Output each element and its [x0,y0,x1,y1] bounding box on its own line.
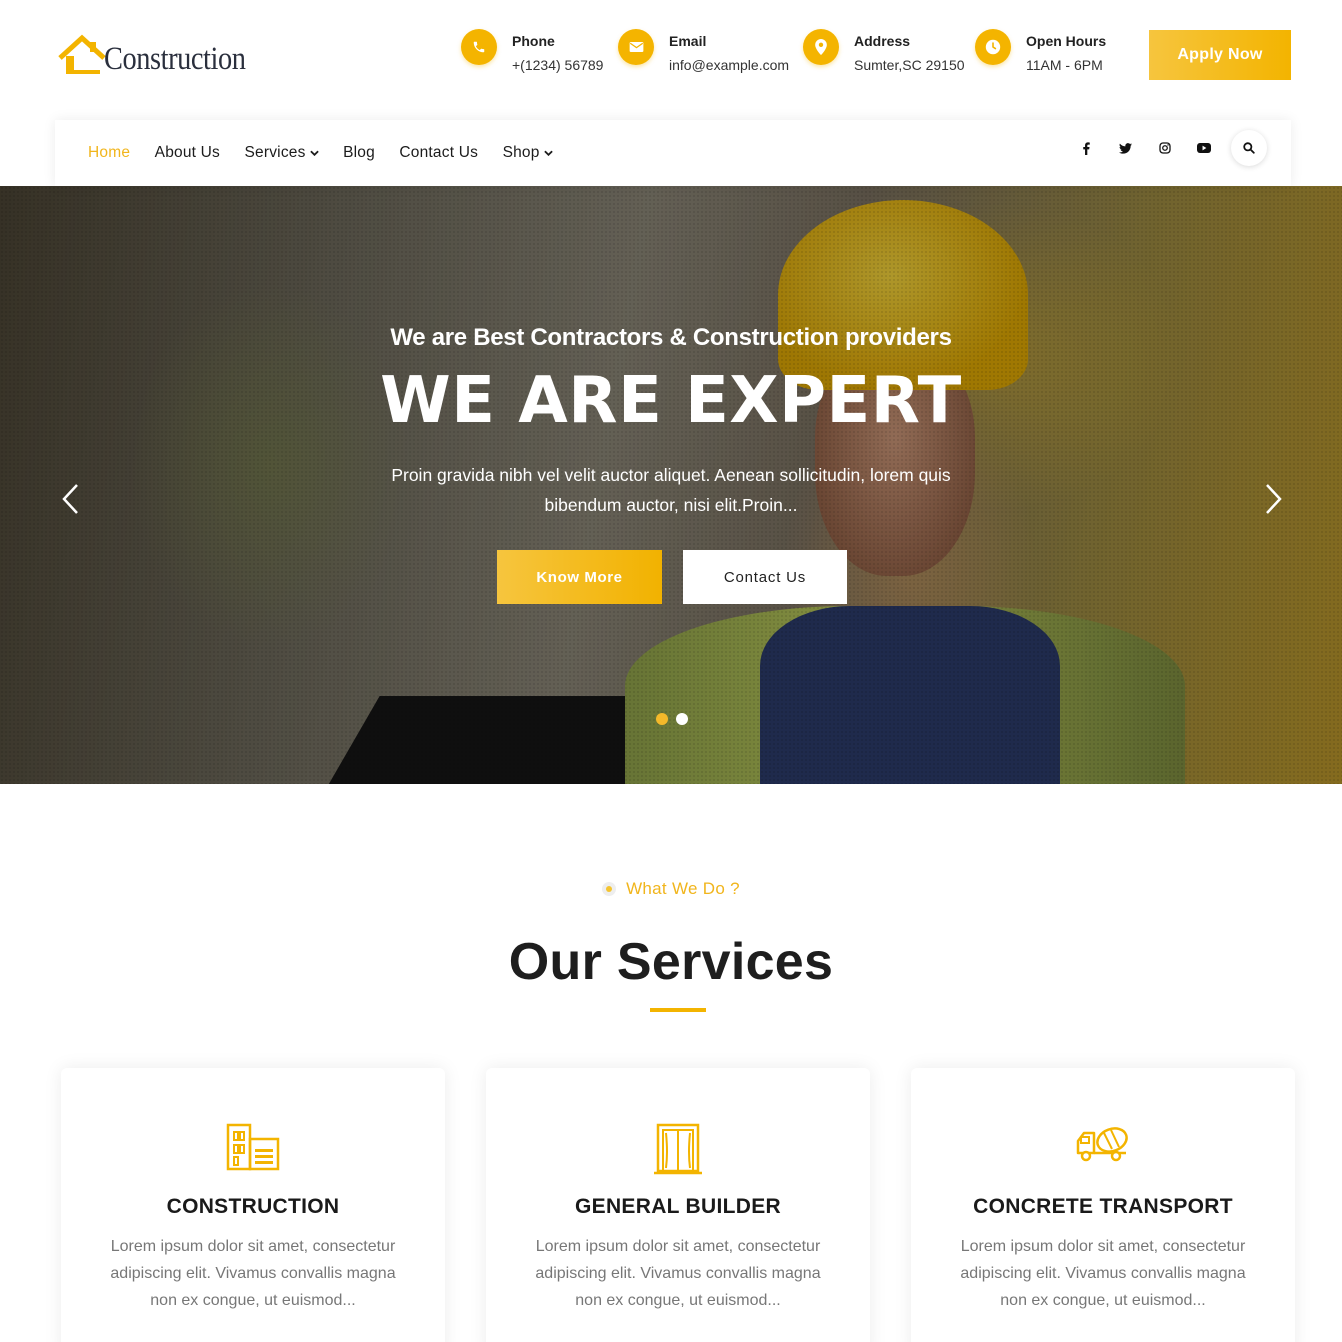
slider-dot[interactable] [656,713,668,725]
slider-pagination [656,713,696,725]
envelope-icon [618,29,654,65]
slider-prev-button[interactable] [55,481,85,517]
nav-item-contact-us[interactable]: Contact Us [399,144,478,162]
contact-value[interactable]: +(1234) 56789 [512,56,603,74]
contact-value: Sumter,SC 29150 [854,57,965,73]
service-title: GENERAL BUILDER [575,1195,781,1218]
instagram-icon[interactable] [1145,138,1184,158]
brand-logo[interactable]: Construction [56,28,269,78]
hero-subtitle: We are Best Contractors & Construction p… [390,324,952,351]
hero-slider: We are Best Contractors & Construction p… [0,186,1342,784]
nav-item-label: Services [244,144,306,161]
map-pin-icon [803,29,839,65]
hero-title: WE ARE EXPERT [380,364,962,438]
service-description: Lorem ipsum dolor sit amet, consectetur … [960,1238,1246,1309]
search-button[interactable] [1231,130,1267,166]
contact-email: Email info@example.com [618,29,789,74]
nav-item-blog[interactable]: Blog [343,144,375,162]
search-icon [1243,142,1255,154]
nav-item-shop[interactable]: Shop [503,144,553,162]
house-logo-icon [58,34,106,74]
nav-item-label: About Us [154,144,221,161]
hero-description: Proin gravida nibh vel velit auctor aliq… [391,465,951,515]
apply-now-button[interactable]: Apply Now [1149,30,1291,80]
chevron-right-icon [1266,484,1282,514]
know-more-button[interactable]: Know More [497,550,662,604]
service-description: Lorem ipsum dolor sit amet, consectetur … [535,1238,821,1309]
nav-item-label: Home [88,144,131,161]
contact-address: Address Sumter,SC 29150 [803,29,965,74]
clock-icon [975,29,1011,65]
contact-title: Open Hours [1026,33,1107,49]
chevron-left-icon [62,484,78,514]
contact-value[interactable]: info@example.com [669,56,789,74]
dot-marker-icon [602,882,617,896]
concrete-truck-icon [911,1123,1295,1163]
nav-item-label: Blog [343,144,375,161]
youtube-icon[interactable] [1184,138,1223,158]
contact-hours: Open Hours 11AM - 6PM [975,29,1106,74]
service-description: Lorem ipsum dolor sit amet, consectetur … [110,1238,396,1309]
buildings-icon [61,1123,445,1171]
nav-item-label: Shop [502,144,540,161]
chevron-down-icon [543,150,553,156]
contact-us-button[interactable]: Contact Us [683,550,847,604]
contact-value: 11AM - 6PM [1026,57,1103,73]
service-title: CONCRETE TRANSPORT [973,1195,1233,1218]
service-card[interactable]: CONCRETE TRANSPORT Lorem ipsum dolor sit… [911,1068,1295,1342]
nav-item-services[interactable]: Services [245,144,319,162]
contact-phone: Phone +(1234) 56789 [461,29,603,74]
section-eyebrow: What We Do ? [0,879,1342,899]
nav-item-home[interactable]: Home [88,144,130,162]
slider-next-button[interactable] [1259,481,1289,517]
slider-dot[interactable] [676,713,688,725]
main-nav: Home About Us Services Blog Contact Us S… [55,120,1291,186]
brand-name: Construction [104,41,246,77]
contact-title: Phone [512,33,555,49]
section-title: Our Services [508,933,834,991]
door-window-icon [486,1123,870,1175]
eyebrow-text: What We Do ? [626,879,740,898]
contact-title: Email [669,33,707,49]
facebook-icon[interactable] [1067,138,1106,158]
service-title: CONSTRUCTION [166,1195,340,1218]
nav-item-label: Contact Us [399,144,479,161]
site-header: Construction Phone +(1234) 56789 Email i… [0,0,1342,120]
contact-title: Address [854,33,911,49]
title-underline [650,1008,706,1012]
service-card[interactable]: CONSTRUCTION Lorem ipsum dolor sit amet,… [61,1068,445,1342]
nav-item-about-us[interactable]: About Us [155,144,220,162]
phone-icon [461,29,497,65]
service-card[interactable]: GENERAL BUILDER Lorem ipsum dolor sit am… [486,1068,870,1342]
nav-menu: Home About Us Services Blog Contact Us S… [88,120,577,186]
social-links [1067,120,1267,176]
chevron-down-icon [309,150,319,156]
twitter-icon[interactable] [1106,138,1145,158]
